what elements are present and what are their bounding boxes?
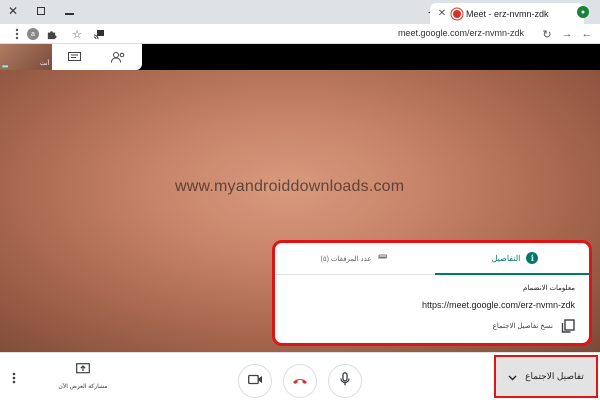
url-text: meet.google.com/erz-nvmn-zdk	[397, 28, 524, 38]
more-options-icon[interactable]	[12, 371, 22, 385]
back-arrow-icon[interactable]: ←	[580, 27, 594, 41]
tab-close-icon[interactable]: ✕	[436, 8, 448, 19]
window-close-icon[interactable]: ✕	[2, 2, 24, 20]
watermark-text: www.myandroiddownloads.com	[175, 178, 405, 195]
present-screen-icon	[76, 362, 90, 379]
chat-icon[interactable]	[66, 50, 82, 64]
join-info-title: معلومات الانضمام	[523, 285, 575, 292]
attachment-clip-icon	[377, 254, 389, 264]
meeting-details-card: عدد المرفقات (٥) التفاصيل i معلومات الان…	[272, 240, 592, 346]
screen: ✕ + ✕ Meet - erz-nvmn-zdk ● a ☆	[0, 0, 600, 400]
browser-tab-meet[interactable]: ✕ Meet - erz-nvmn-zdk	[430, 3, 584, 24]
tab-attachments[interactable]: عدد المرفقات (٥)	[275, 243, 435, 275]
browser-tab-bar: ✕ + ✕ Meet - erz-nvmn-zdk ●	[0, 0, 600, 24]
tab-details[interactable]: التفاصيل i	[435, 243, 589, 275]
end-call-button[interactable]	[283, 364, 317, 398]
chevron-down-icon	[508, 368, 517, 386]
details-tabs: عدد المرفقات (٥) التفاصيل i	[275, 243, 589, 275]
extensions-puzzle-icon[interactable]	[44, 27, 58, 41]
meeting-details-label: تفاصيل الاجتماع	[525, 371, 584, 381]
profile-avatar[interactable]: ●	[577, 6, 589, 18]
present-now-label: مشاركة العرض الآن	[58, 384, 108, 390]
camera-button[interactable]	[238, 364, 272, 398]
copy-icon	[561, 319, 575, 333]
microphone-button[interactable]	[328, 364, 362, 398]
address-bar: a ☆ meet.google.com/erz-nvmn-zdk ↻ → ←	[0, 24, 600, 44]
copy-details-button[interactable]: نسخ تفاصيل الاجتماع	[493, 319, 575, 333]
microphone-icon	[340, 371, 350, 391]
camera-icon	[247, 372, 263, 390]
self-name-label: أنت	[40, 61, 50, 67]
meeting-details-button[interactable]: تفاصيل الاجتماع	[494, 355, 598, 398]
present-now-button[interactable]: مشاركة العرض الآن	[52, 362, 114, 390]
profile-initial: ●	[580, 8, 586, 16]
profile-icon[interactable]: a	[26, 27, 40, 41]
info-icon: i	[526, 252, 539, 264]
attachments-tab-label: عدد المرفقات (٥)	[320, 256, 372, 263]
menu-kebab-icon[interactable]	[10, 27, 24, 41]
join-url: https://meet.google.com/erz-nvmn-zdk	[421, 300, 575, 310]
tab-title: Meet - erz-nvmn-zdk	[466, 8, 549, 19]
url-field[interactable]: meet.google.com/erz-nvmn-zdk	[90, 26, 530, 42]
window-maximize-icon[interactable]	[30, 2, 52, 20]
recording-indicator-icon	[453, 9, 461, 18]
end-call-icon	[292, 372, 308, 390]
copy-details-label: نسخ تفاصيل الاجتماع	[492, 323, 553, 330]
details-tab-label: التفاصيل	[491, 253, 521, 263]
reload-icon[interactable]: ↻	[540, 27, 554, 41]
forward-arrow-icon[interactable]: →	[560, 27, 574, 41]
participants-icon[interactable]	[110, 50, 126, 64]
window-minimize-icon[interactable]	[58, 2, 80, 20]
meet-panel-header	[52, 44, 142, 70]
bookmark-star-icon[interactable]: ☆	[70, 27, 84, 41]
